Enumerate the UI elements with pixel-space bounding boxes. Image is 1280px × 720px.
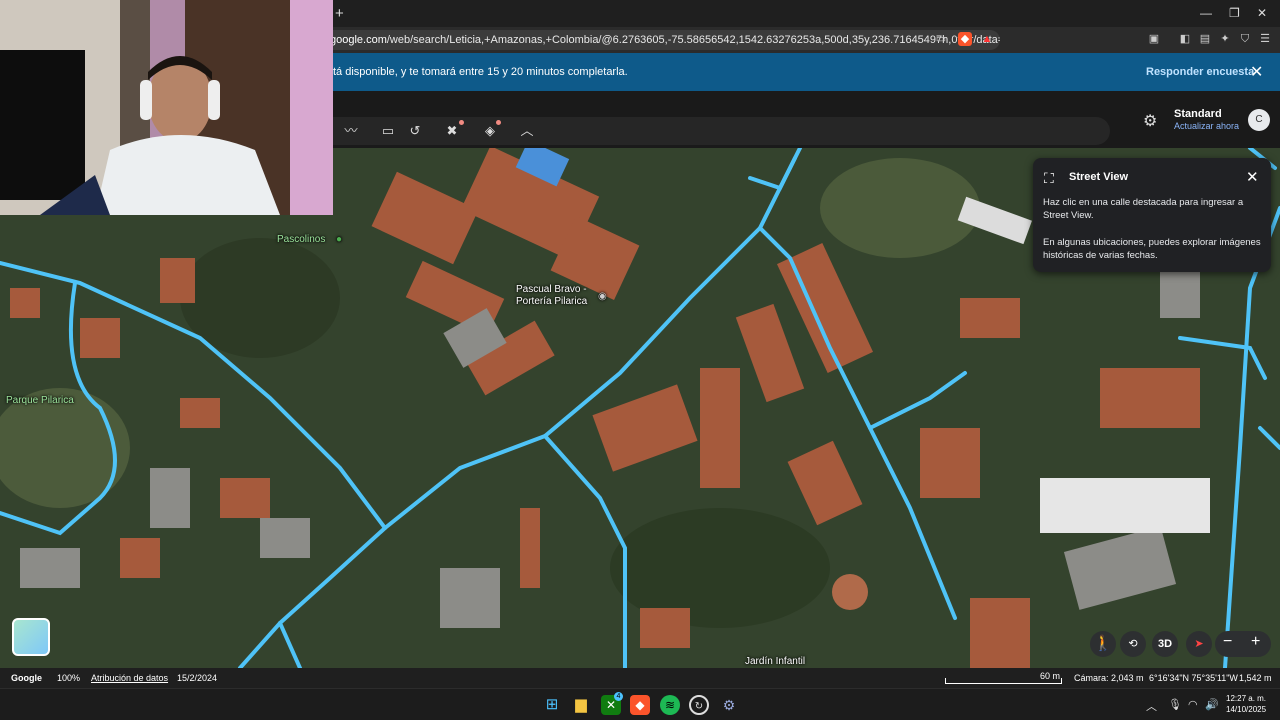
survey-close-icon[interactable]: ✕ [1250,62,1263,82]
wifi-icon[interactable]: ◠ [1188,698,1198,711]
vpn-shield-icon[interactable]: ⛉ [1238,32,1252,46]
close-window-button[interactable]: ✕ [1257,6,1267,20]
webcam-overlay [0,0,333,215]
brave-shield-icon[interactable]: ◆ [958,32,972,46]
compass-icon[interactable]: ➤ [1186,631,1212,657]
map-label-pascual-bravo[interactable]: Pascual Bravo - [516,284,587,295]
zoom-level: 100% [57,673,81,683]
zoom-in-button[interactable]: + [1251,633,1260,651]
sidebar-icon[interactable]: ◧ [1178,32,1192,46]
menu-icon[interactable]: ☰ [1258,32,1272,46]
pegman-icon[interactable]: 🚶 [1090,631,1116,657]
brave-icon[interactable]: ◆ [630,695,650,715]
microphone-icon[interactable]: 🎙 [1168,698,1182,711]
map-layer-thumbnail[interactable] [12,618,50,656]
url-path: /web/search/Leticia,+Amazonas,+Colombia/… [386,34,1000,46]
address-bar[interactable]: google.com/web/search/Leticia,+Amazonas,… [322,30,1000,50]
spotify-icon[interactable]: ≋ [660,695,680,715]
street-view-icon: ⛶ [1044,170,1054,186]
brave-rewards-icon[interactable]: ▲ [980,32,994,46]
webcam-image [0,0,333,215]
clock-date: 14/10/2025 [1226,705,1267,714]
toggle-3d-button[interactable]: 3D [1152,631,1178,657]
clock-time: 12:27 a. m. [1226,694,1267,703]
elevation: 1,542 m [1239,673,1272,683]
map-label-parque-pilarica[interactable]: Parque Pilarica [6,395,74,406]
map-status-bar: Google 100% Atribución de datos 15/2/202… [0,668,1280,688]
coordinates: 6°16'34"N 75°35'11"W [1149,673,1238,683]
update-now-link[interactable]: Actualizar ahora [1174,121,1239,131]
chevron-up-icon[interactable]: ︿ [518,122,536,140]
street-view-close-icon[interactable]: ✕ [1246,168,1259,186]
chevron-up-icon[interactable]: ︿ [1146,698,1157,714]
history-icon[interactable]: ↺ [406,122,424,140]
street-view-history-note: En algunas ubicaciones, puedes explorar … [1043,237,1261,261]
scale-label: 60 m [1040,671,1061,681]
windows-start-icon[interactable]: ⊞ [542,695,562,715]
street-view-title: Street View [1069,171,1129,183]
ruler-icon[interactable]: ▭ [379,122,397,140]
volume-icon[interactable]: 🔊 [1205,698,1219,711]
google-logo: Google [11,673,42,683]
minimize-button[interactable]: — [1200,6,1212,20]
file-explorer-icon[interactable]: ▆ [571,695,591,715]
survey-text: tá disponible, y te tomará entre 15 y 20… [333,66,628,78]
media-player-icon[interactable]: ↻ [689,695,709,715]
wallet-icon[interactable]: ▤ [1198,32,1212,46]
rotate-tilt-icon[interactable]: ⟲ [1120,631,1146,657]
data-attribution-link[interactable]: Atribución de datos [91,673,168,683]
zoom-controls: − + [1215,631,1271,657]
notification-dot [459,120,464,125]
respond-survey-link[interactable]: Responder encuesta [1146,66,1254,78]
map-label-jardin[interactable]: Jardín Infantil [745,656,805,667]
settings-gear-icon[interactable]: ⚙ [1143,111,1157,131]
map-style-name[interactable]: Standard [1174,108,1222,120]
map-label-pascolinos[interactable]: Pascolinos [277,234,325,245]
park-pin-icon[interactable]: ● [336,234,342,245]
satellite-icon[interactable]: ✖ [443,122,461,140]
street-view-instructions: Haz clic en una calle destacada para ing… [1043,197,1244,221]
street-view-card: ⛶ Street View ✕ Haz clic en una calle de… [1033,158,1271,272]
leo-ai-icon[interactable]: ✦ [1218,32,1232,46]
tab-search-icon[interactable]: ▣ [1147,32,1161,46]
camera-altitude: Cámara: 2,043 m [1074,673,1144,683]
new-tab-button[interactable]: + [335,5,344,22]
notification-dot [496,120,501,125]
windows-taskbar: ⊞ ▆ ✕ 4 ◆ ≋ ↻ ⚙ ︿ 🎙 ◠ 🔊 12:27 a. m. 14/1… [0,688,1280,720]
path-icon[interactable]: 〰 [342,122,360,140]
imagery-date: 15/2/2024 [177,673,218,683]
map-label-porteria[interactable]: Portería Pilarica [516,296,587,307]
steam-icon[interactable]: ⚙ [719,695,739,715]
xbox-badge: 4 [614,692,623,701]
school-pin-icon[interactable]: ◉ [598,291,607,302]
cast-icon[interactable]: ▭ [934,32,948,46]
clock[interactable]: 12:27 a. m. 14/10/2025 [1226,693,1266,715]
avatar[interactable]: C [1248,109,1270,131]
url-host: google.com [330,34,387,46]
maximize-button[interactable]: ❐ [1229,6,1240,20]
earth-toolstrip: 〰 ▭ ↺ ✖ ◈ ︿ [333,117,1110,145]
zoom-out-button[interactable]: − [1223,633,1232,651]
